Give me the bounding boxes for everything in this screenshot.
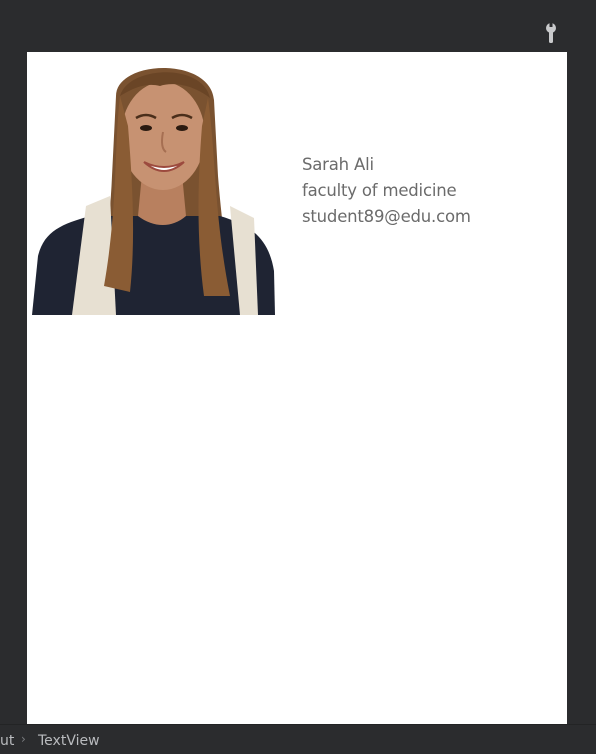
breadcrumb: ut › TextView: [0, 724, 596, 754]
profile-image[interactable]: [32, 56, 275, 315]
layout-editor: Sarah Ali faculty of medicine student89@…: [0, 0, 596, 754]
student-photo: [32, 68, 275, 315]
student-email[interactable]: student89@edu.com: [302, 204, 471, 230]
breadcrumb-item-parent[interactable]: ut: [0, 733, 14, 749]
chevron-right-icon: ›: [21, 732, 26, 746]
profile-info: Sarah Ali faculty of medicine student89@…: [302, 152, 471, 230]
student-name[interactable]: Sarah Ali: [302, 152, 471, 178]
student-faculty[interactable]: faculty of medicine: [302, 178, 471, 204]
wrench-icon[interactable]: [542, 22, 560, 44]
breadcrumb-item-textview[interactable]: TextView: [38, 733, 100, 749]
design-canvas[interactable]: Sarah Ali faculty of medicine student89@…: [27, 52, 567, 724]
